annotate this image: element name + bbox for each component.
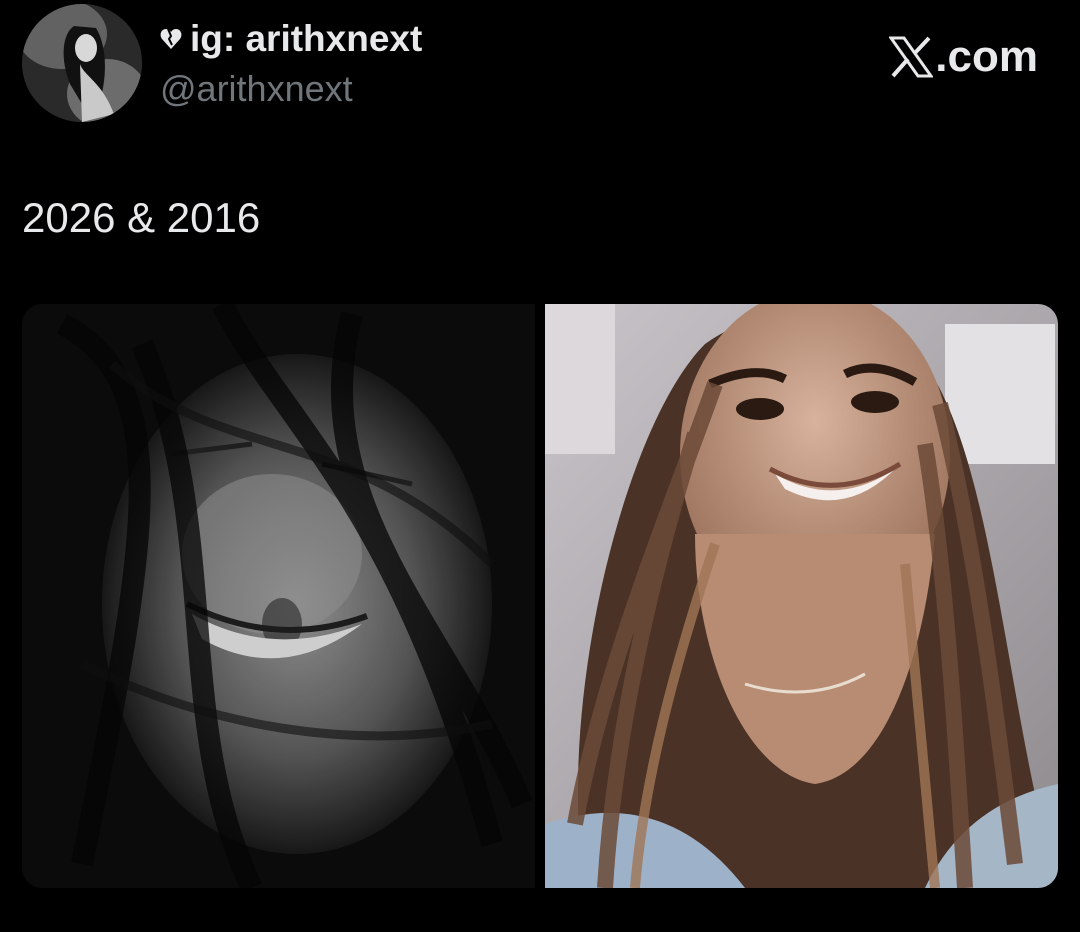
user-handle[interactable]: @arithxnext xyxy=(160,66,353,112)
avatar[interactable] xyxy=(22,4,142,122)
tweet-text: 2026 & 2016 xyxy=(22,194,261,241)
photo-2016[interactable] xyxy=(545,304,1058,888)
site-watermark: .com xyxy=(889,30,1038,84)
x-logo-icon xyxy=(889,36,934,78)
site-domain: .com xyxy=(935,32,1038,81)
display-name-row[interactable]: ig: arithxnext xyxy=(160,16,422,62)
tweet-card: ig: arithxnext @arithxnext .com 2026 & 2… xyxy=(0,0,1080,932)
display-name: ig: arithxnext xyxy=(190,18,423,59)
photo-2026[interactable] xyxy=(22,304,535,888)
media-grid xyxy=(22,304,1058,888)
black-heart-icon xyxy=(160,27,182,51)
